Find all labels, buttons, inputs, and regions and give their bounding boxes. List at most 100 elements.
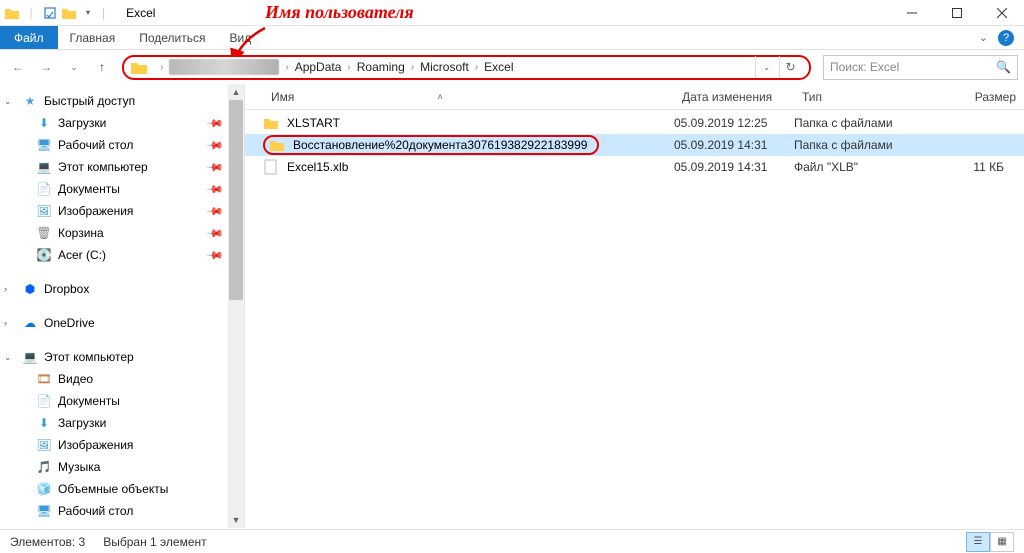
chevron-right-icon[interactable]: › xyxy=(341,62,356,73)
titlebar: | ▾ | Excel xyxy=(0,0,1024,26)
forward-button[interactable]: → xyxy=(34,55,58,79)
pin-icon: 📌 xyxy=(206,180,225,199)
search-icon[interactable]: 🔍 xyxy=(996,60,1011,74)
pin-icon: 📌 xyxy=(206,136,225,155)
star-icon: ★ xyxy=(22,93,38,109)
col-name[interactable]: Имя˄ xyxy=(263,90,674,104)
folder-icon xyxy=(269,137,285,153)
pin-icon: 📌 xyxy=(206,202,225,221)
sidebar-dropbox[interactable]: ›⬢Dropbox xyxy=(0,278,244,300)
view-icons-button[interactable]: ▦ xyxy=(990,532,1014,552)
tab-share[interactable]: Поделиться xyxy=(127,26,217,49)
sidebar-item-acer[interactable]: 💽Acer (C:)📌 xyxy=(0,244,244,266)
pictures-icon: 🖼 xyxy=(36,203,52,219)
desktop-icon: 🖥 xyxy=(36,137,52,153)
sidebar-item-desktop[interactable]: 🖥Рабочий стол📌 xyxy=(0,134,244,156)
close-button[interactable] xyxy=(979,0,1024,26)
col-date[interactable]: Дата изменения xyxy=(674,90,794,104)
sidebar-item-documents[interactable]: 📄Документы📌 xyxy=(0,178,244,200)
recycle-icon: 🗑 xyxy=(36,225,52,241)
refresh-button[interactable]: ↻ xyxy=(779,56,801,78)
sidebar-quick-access[interactable]: ⌄★Быстрый доступ xyxy=(0,90,244,112)
onedrive-icon: ☁ xyxy=(22,315,38,331)
file-row-selected[interactable]: Восстановление%20документа30761938292218… xyxy=(245,134,1024,156)
pc-icon: 💻 xyxy=(22,349,38,365)
highlight-annotation: Восстановление%20документа30761938292218… xyxy=(263,135,599,155)
recent-dropdown[interactable]: ⌄ xyxy=(62,55,86,79)
status-elements: Элементов: 3 xyxy=(10,535,85,549)
music-icon: 🎵 xyxy=(36,459,52,475)
qat-folder-icon[interactable] xyxy=(61,5,77,21)
sidebar-item-recycle[interactable]: 🗑Корзина📌 xyxy=(0,222,244,244)
sidebar-item-video[interactable]: 🎞Видео xyxy=(0,368,244,390)
crumb-roaming[interactable]: Roaming xyxy=(357,60,405,74)
scroll-down-icon[interactable]: ▼ xyxy=(228,512,244,528)
sidebar: ⌄★Быстрый доступ ⬇Загрузки📌 🖥Рабочий сто… xyxy=(0,84,245,528)
help-icon[interactable]: ? xyxy=(998,30,1014,46)
pc-icon: 💻 xyxy=(36,159,52,175)
sidebar-item-pictures[interactable]: 🖼Изображения📌 xyxy=(0,200,244,222)
sidebar-item-thispc[interactable]: 💻Этот компьютер📌 xyxy=(0,156,244,178)
crumb-appdata[interactable]: AppData xyxy=(295,60,342,74)
status-selected: Выбран 1 элемент xyxy=(103,535,206,549)
sidebar-onedrive[interactable]: ›☁OneDrive xyxy=(0,312,244,334)
desktop-icon: 🖥 xyxy=(36,503,52,519)
pin-icon: 📌 xyxy=(206,114,225,133)
ribbon-expand-icon[interactable]: ⌄ xyxy=(979,31,988,44)
sidebar-item-downloads[interactable]: ⬇Загрузки📌 xyxy=(0,112,244,134)
file-row[interactable]: Excel15.xlb 05.09.2019 14:31 Файл "XLB" … xyxy=(245,156,1024,178)
chevron-right-icon[interactable]: › xyxy=(154,62,169,73)
tab-view[interactable]: Вид xyxy=(217,26,263,49)
window-title: Excel xyxy=(126,6,155,20)
documents-icon: 📄 xyxy=(36,393,52,409)
sidebar-scrollbar[interactable]: ▲ ▼ xyxy=(228,84,244,528)
properties-icon[interactable] xyxy=(42,5,58,21)
chevron-right-icon[interactable]: › xyxy=(279,62,294,73)
search-input[interactable]: Поиск: Excel 🔍 xyxy=(823,55,1018,80)
sidebar-item-documents2[interactable]: 📄Документы xyxy=(0,390,244,412)
ribbon: Файл Главная Поделиться Вид ⌄ ? xyxy=(0,26,1024,50)
sidebar-item-3dobjects[interactable]: 🧊Объемные объекты xyxy=(0,478,244,500)
pin-icon: 📌 xyxy=(206,246,225,265)
pin-icon: 📌 xyxy=(206,224,225,243)
back-button[interactable]: ← xyxy=(6,55,30,79)
chevron-right-icon[interactable]: › xyxy=(469,62,484,73)
up-button[interactable]: ↑ xyxy=(90,55,114,79)
chevron-right-icon[interactable]: › xyxy=(405,62,420,73)
objects3d-icon: 🧊 xyxy=(36,481,52,497)
sidebar-item-music[interactable]: 🎵Музыка xyxy=(0,456,244,478)
crumb-excel[interactable]: Excel xyxy=(484,60,513,74)
tab-file[interactable]: Файл xyxy=(0,26,58,49)
sidebar-item-desktop2[interactable]: 🖥Рабочий стол xyxy=(0,500,244,522)
sidebar-item-downloads2[interactable]: ⬇Загрузки xyxy=(0,412,244,434)
view-details-button[interactable]: ☰ xyxy=(966,532,990,552)
file-row[interactable]: XLSTART 05.09.2019 12:25 Папка с файлами xyxy=(245,112,1024,134)
crumb-microsoft[interactable]: Microsoft xyxy=(420,60,469,74)
minimize-button[interactable] xyxy=(889,0,934,26)
sidebar-thispc2[interactable]: ⌄💻Этот компьютер xyxy=(0,346,244,368)
address-bar[interactable]: › ›AppData ›Roaming ›Microsoft ›Excel ⌄ … xyxy=(122,55,811,80)
dropbox-icon: ⬢ xyxy=(22,281,38,297)
scroll-thumb[interactable] xyxy=(229,100,243,300)
folder-icon xyxy=(263,115,279,131)
drive-icon: 💽 xyxy=(36,247,52,263)
addressbar-folder-icon xyxy=(130,58,148,76)
maximize-button[interactable] xyxy=(934,0,979,26)
address-dropdown[interactable]: ⌄ xyxy=(755,56,777,78)
col-size[interactable]: Размер xyxy=(924,90,1024,104)
annotation-label: Имя пользователя xyxy=(265,2,414,23)
status-bar: Элементов: 3 Выбран 1 элемент ☰ ▦ xyxy=(0,529,1024,553)
scroll-up-icon[interactable]: ▲ xyxy=(228,84,244,100)
col-type[interactable]: Тип xyxy=(794,90,924,104)
qat-separator: | xyxy=(23,5,39,21)
file-list: XLSTART 05.09.2019 12:25 Папка с файлами… xyxy=(245,110,1024,528)
downloads-icon: ⬇ xyxy=(36,415,52,431)
nav-row: ← → ⌄ ↑ › ›AppData ›Roaming ›Microsoft ›… xyxy=(0,50,1024,84)
tab-home[interactable]: Главная xyxy=(58,26,128,49)
pictures-icon: 🖼 xyxy=(36,437,52,453)
video-icon: 🎞 xyxy=(36,371,52,387)
pin-icon: 📌 xyxy=(206,158,225,177)
qat-dropdown-icon[interactable]: ▾ xyxy=(80,5,96,21)
sidebar-item-pictures2[interactable]: 🖼Изображения xyxy=(0,434,244,456)
content-pane: Имя˄ Дата изменения Тип Размер XLSTART 0… xyxy=(245,84,1024,528)
